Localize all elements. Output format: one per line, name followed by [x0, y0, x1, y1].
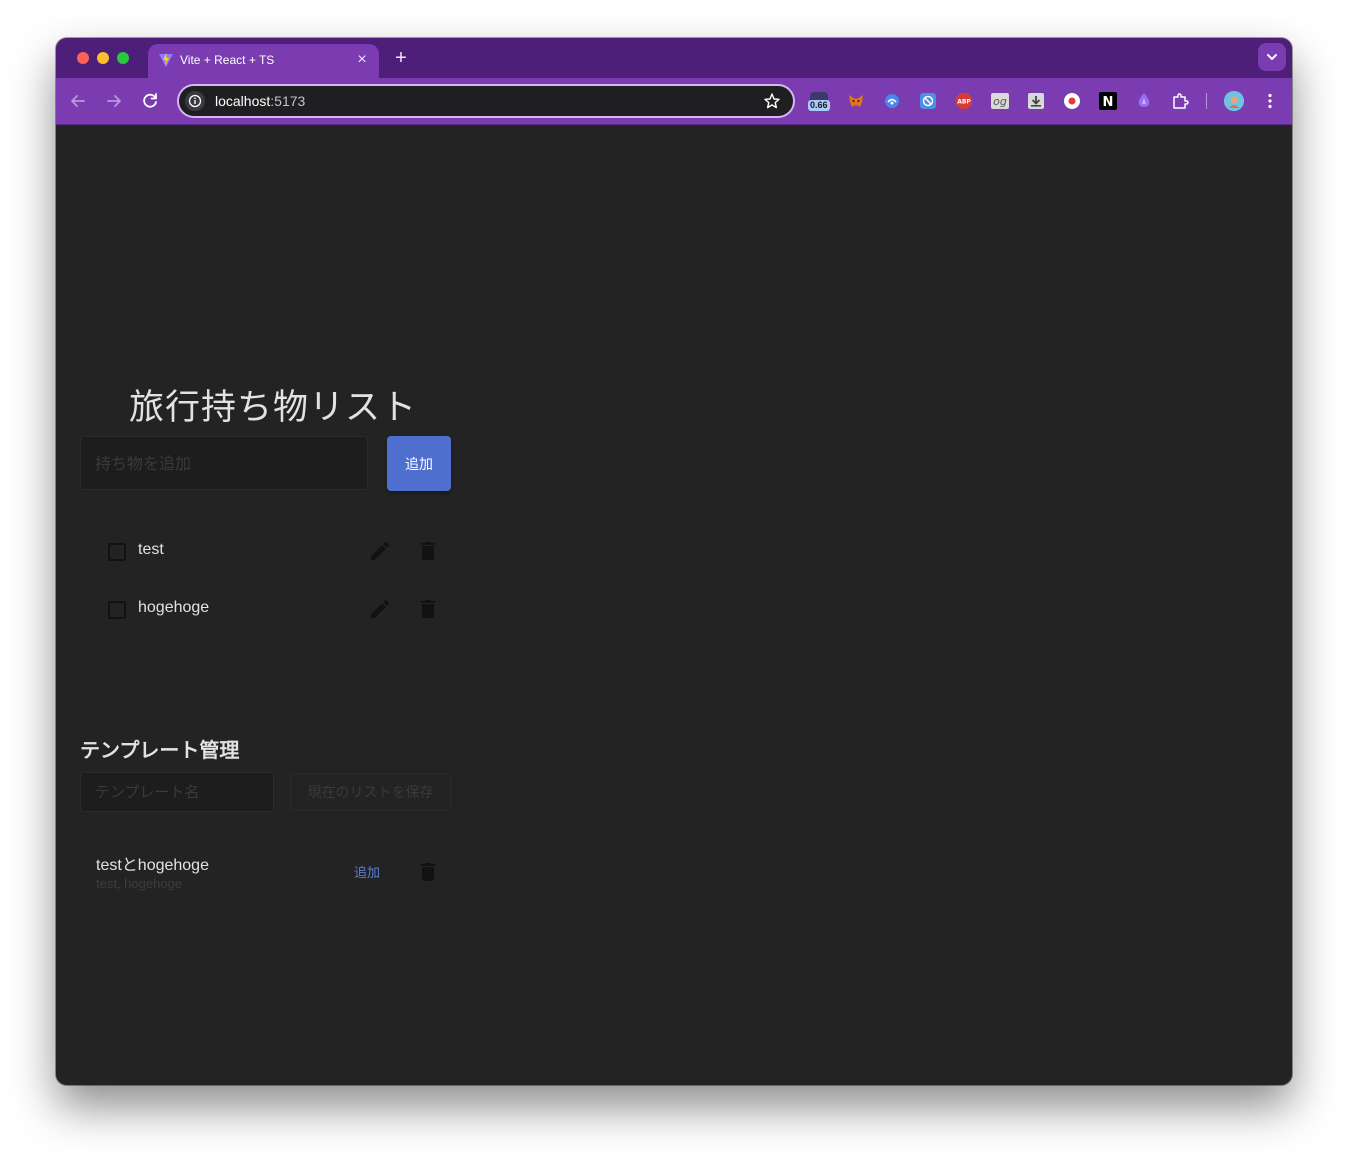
- url-text: localhost:5173: [215, 93, 305, 109]
- reading-time-ext-icon[interactable]: 0.66: [808, 92, 830, 111]
- save-template-button[interactable]: 現在のリストを保存: [290, 773, 451, 811]
- tab-close-icon[interactable]: ×: [353, 51, 371, 69]
- window-close-button[interactable]: [77, 52, 89, 64]
- tab-title: Vite + React + TS: [180, 53, 275, 67]
- delete-item-button[interactable]: [416, 539, 440, 563]
- item-checkbox[interactable]: [108, 601, 126, 619]
- vite-favicon-icon: [158, 52, 174, 68]
- template-items-summary: test, hogehoge: [96, 876, 183, 891]
- tab-search-button[interactable]: [1258, 43, 1286, 71]
- page-content: 旅行持ち物リスト 追加 test hogehoge: [56, 125, 1292, 1085]
- trash-icon: [421, 542, 435, 560]
- og-ext-icon[interactable]: og: [991, 92, 1009, 110]
- forward-button[interactable]: [102, 89, 126, 113]
- trash-icon: [421, 863, 435, 881]
- abp-icon[interactable]: ABP: [955, 92, 973, 110]
- url-host: localhost: [215, 93, 271, 109]
- browser-toolbar: localhost:5173 0.66 ABP og N: [56, 78, 1292, 125]
- template-list-item: testとhogehoge test, hogehoge 追加: [80, 847, 451, 895]
- delete-template-button[interactable]: [416, 860, 440, 884]
- notion-icon[interactable]: N: [1099, 92, 1117, 110]
- record-ext-icon[interactable]: [1063, 92, 1081, 110]
- item-label: test: [138, 541, 164, 558]
- puzzle-icon[interactable]: [1171, 92, 1189, 110]
- edit-item-button[interactable]: [368, 539, 392, 563]
- blue-ext-icon[interactable]: [883, 92, 901, 110]
- list-item: hogehoge: [80, 589, 451, 631]
- apply-template-button[interactable]: 追加: [354, 862, 380, 881]
- template-name: testとhogehoge: [96, 857, 209, 874]
- window-minimize-button[interactable]: [97, 52, 109, 64]
- reload-button[interactable]: [138, 89, 162, 113]
- extension-badge: 0.66: [808, 100, 830, 111]
- page-title: 旅行持ち物リスト: [129, 388, 418, 428]
- item-label: hogehoge: [138, 599, 210, 616]
- blocker-ext-icon[interactable]: [919, 92, 937, 110]
- bookmark-star-icon[interactable]: [763, 92, 781, 110]
- template-name-input[interactable]: [80, 772, 274, 812]
- browser-menu-button[interactable]: [1260, 91, 1280, 111]
- add-item-button[interactable]: 追加: [387, 436, 451, 491]
- chevron-down-icon: [1267, 54, 1277, 60]
- trash-icon: [421, 600, 435, 618]
- kebab-menu-icon: [1268, 93, 1272, 109]
- toolbar-separator: [1206, 93, 1207, 109]
- back-button[interactable]: [66, 89, 90, 113]
- metamask-icon[interactable]: [847, 92, 865, 110]
- browser-tab-active[interactable]: Vite + React + TS ×: [148, 44, 379, 78]
- item-checkbox[interactable]: [108, 543, 126, 561]
- arrow-left-icon: [71, 95, 85, 107]
- site-info-icon[interactable]: [185, 91, 205, 111]
- url-port: :5173: [270, 93, 306, 109]
- pencil-icon: [371, 541, 390, 560]
- address-bar[interactable]: localhost:5173: [177, 84, 795, 118]
- reload-icon: [143, 93, 157, 108]
- pencil-icon: [371, 599, 390, 618]
- og-label: og: [993, 95, 1007, 108]
- window-maximize-button[interactable]: [117, 52, 129, 64]
- list-item: test: [80, 531, 451, 573]
- tab-strip: Vite + React + TS × +: [56, 38, 1292, 78]
- edit-item-button[interactable]: [368, 597, 392, 621]
- template-section-title: テンプレート管理: [80, 738, 240, 762]
- notion-label: N: [1103, 95, 1114, 110]
- download-ext-icon[interactable]: [1027, 92, 1045, 110]
- abp-label: ABP: [957, 99, 971, 106]
- browser-window: Vite + React + TS × + localhost:5173 0.6…: [56, 38, 1292, 1085]
- purple-ext-icon[interactable]: [1135, 92, 1153, 110]
- new-tab-button[interactable]: +: [390, 47, 412, 69]
- profile-avatar[interactable]: [1224, 91, 1244, 111]
- add-item-input[interactable]: [80, 436, 368, 490]
- arrow-right-icon: [107, 95, 121, 107]
- delete-item-button[interactable]: [416, 597, 440, 621]
